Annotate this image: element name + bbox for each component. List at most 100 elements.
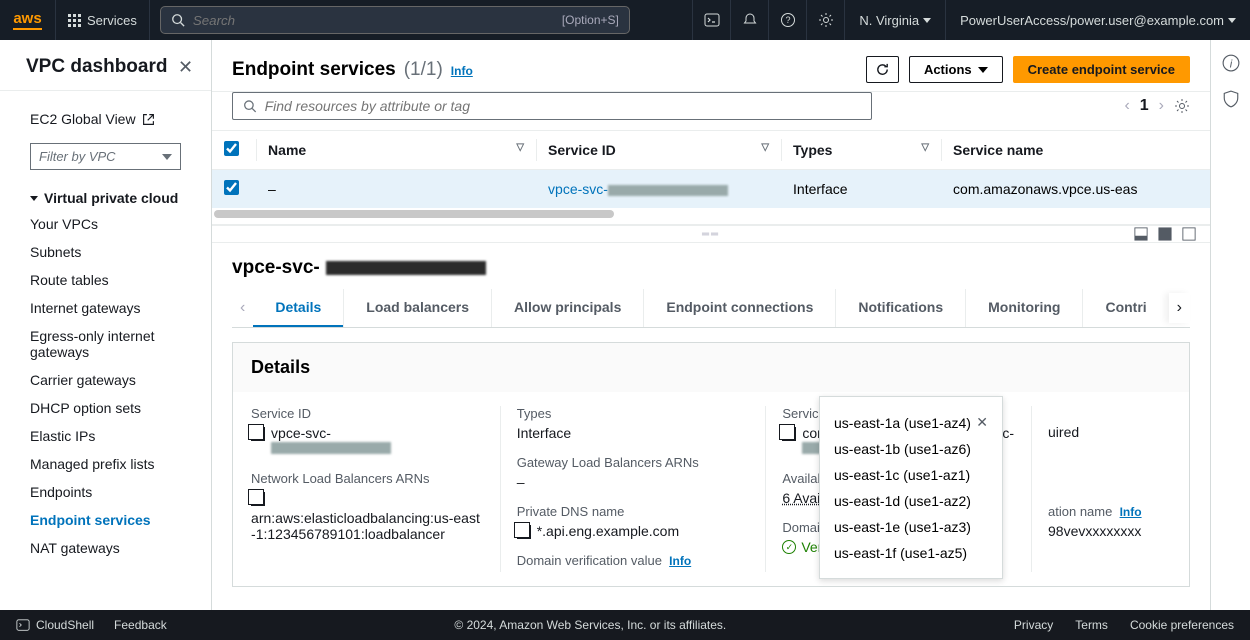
- tab[interactable]: Contri: [1082, 289, 1168, 327]
- top-nav: aws Services [Option+S] ? N. Virginia Po…: [0, 0, 1250, 40]
- search-shortcut: [Option+S]: [562, 13, 619, 27]
- refresh-icon: [875, 62, 890, 77]
- copy-icon[interactable]: [517, 525, 531, 539]
- external-link-icon: [142, 113, 155, 126]
- shield-icon[interactable]: [1222, 90, 1240, 108]
- horizontal-scrollbar[interactable]: [212, 208, 1210, 224]
- chevron-down-icon: [923, 18, 931, 23]
- sidebar-item[interactable]: Internet gateways: [0, 294, 211, 322]
- refresh-button[interactable]: [866, 56, 899, 83]
- close-icon[interactable]: ✕: [178, 57, 193, 78]
- sidebar-item[interactable]: Egress-only internet gateways: [0, 322, 211, 366]
- sidebar-title: VPC dashboard: [26, 56, 167, 78]
- filter-input[interactable]: [265, 98, 861, 114]
- privacy-link[interactable]: Privacy: [1014, 618, 1053, 632]
- value-service-id: vpce-svc-: [251, 425, 484, 457]
- services-menu[interactable]: Services: [55, 0, 150, 40]
- table-row[interactable]: – vpce-svc- Interface com.amazonaws.vpce…: [212, 170, 1210, 209]
- notifications-icon[interactable]: [730, 0, 768, 40]
- details-box: Details Service ID vpce-svc- Network Loa…: [232, 342, 1190, 587]
- resource-name-heading: vpce-svc-: [232, 257, 1190, 279]
- next-page-button[interactable]: ›: [1159, 97, 1164, 115]
- info-link[interactable]: Info: [669, 554, 691, 568]
- terms-link[interactable]: Terms: [1075, 618, 1108, 632]
- sidebar-item[interactable]: Endpoints: [0, 478, 211, 506]
- sidebar-item[interactable]: Endpoint services: [0, 506, 211, 534]
- label-nlb-arns: Network Load Balancers ARNs: [251, 471, 484, 486]
- value-nlb-arn-text: arn:aws:elasticloadbalancing:us-east-1:1…: [251, 510, 484, 542]
- info-icon[interactable]: i: [1222, 54, 1240, 72]
- sidebar-item[interactable]: Elastic IPs: [0, 422, 211, 450]
- search-icon: [171, 13, 185, 27]
- help-icon[interactable]: ?: [768, 0, 806, 40]
- aws-logo[interactable]: aws: [0, 0, 55, 40]
- panel-close-icon[interactable]: [1182, 227, 1196, 241]
- copy-icon[interactable]: [782, 427, 796, 441]
- row-checkbox[interactable]: [224, 180, 239, 195]
- tab[interactable]: Notifications: [835, 289, 965, 327]
- section-vpc[interactable]: Virtual private cloud: [0, 186, 211, 210]
- col-name[interactable]: Name: [268, 142, 306, 158]
- col-service-name[interactable]: Service name: [953, 142, 1043, 158]
- close-icon[interactable]: ✕: [976, 414, 988, 431]
- sort-icon[interactable]: ▽: [761, 142, 769, 153]
- global-search[interactable]: [Option+S]: [160, 6, 630, 34]
- resource-filter[interactable]: [232, 92, 872, 120]
- sidebar-item[interactable]: Your VPCs: [0, 210, 211, 238]
- az-row: us-east-1e (use1-az3): [834, 514, 988, 540]
- sidebar-item[interactable]: NAT gateways: [0, 534, 211, 562]
- create-endpoint-service-button[interactable]: Create endpoint service: [1013, 56, 1190, 83]
- page-number: 1: [1140, 97, 1149, 115]
- info-link[interactable]: Info: [1120, 505, 1142, 519]
- cookies-link[interactable]: Cookie preferences: [1130, 618, 1234, 632]
- gear-icon[interactable]: [1174, 98, 1190, 114]
- endpoint-services-table: Name ▽ Service ID ▽ Types ▽ Service name – …: [212, 130, 1210, 225]
- cloudshell-icon[interactable]: [692, 0, 730, 40]
- sidebar-item[interactable]: Carrier gateways: [0, 366, 211, 394]
- copy-icon[interactable]: [251, 492, 265, 506]
- actions-button[interactable]: Actions: [909, 56, 1003, 83]
- panel-full-icon[interactable]: [1158, 227, 1172, 241]
- drag-handle-icon: ══: [702, 229, 720, 240]
- tabs-scroll-right[interactable]: ›: [1169, 293, 1190, 323]
- sidebar-item[interactable]: Managed prefix lists: [0, 450, 211, 478]
- sort-icon[interactable]: ▽: [921, 142, 929, 153]
- services-label: Services: [87, 13, 137, 28]
- value-pdns: *.api.eng.example.com: [517, 523, 750, 539]
- region-selector[interactable]: N. Virginia: [844, 0, 945, 40]
- account-menu[interactable]: PowerUserAccess/power.user@example.com: [945, 0, 1250, 40]
- tab[interactable]: Endpoint connections: [643, 289, 835, 327]
- prev-page-button[interactable]: ‹: [1124, 97, 1129, 115]
- sidebar-item[interactable]: DHCP option sets: [0, 394, 211, 422]
- feedback-link[interactable]: Feedback: [114, 618, 167, 632]
- service-id-link[interactable]: vpce-svc-: [548, 181, 728, 197]
- info-link[interactable]: Info: [451, 64, 473, 78]
- sidebar-item[interactable]: Route tables: [0, 266, 211, 294]
- tabs-scroll-left[interactable]: ‹: [232, 293, 253, 323]
- sidebar-item[interactable]: Subnets: [0, 238, 211, 266]
- value-gwlb: –: [517, 474, 750, 490]
- panel-splitter[interactable]: ══: [212, 225, 1210, 243]
- settings-icon[interactable]: [806, 0, 844, 40]
- tab[interactable]: Allow principals: [491, 289, 643, 327]
- label-gwlb: Gateway Load Balancers ARNs: [517, 455, 750, 470]
- copy-icon[interactable]: [251, 427, 265, 441]
- search-input[interactable]: [193, 13, 393, 28]
- col-types[interactable]: Types: [793, 142, 832, 158]
- tab[interactable]: Monitoring: [965, 289, 1082, 327]
- label-dvn: ation name Info: [1048, 504, 1155, 519]
- ec2-global-view-link[interactable]: EC2 Global View: [0, 105, 211, 133]
- value-nlb-arns: [251, 490, 484, 506]
- select-all-checkbox[interactable]: [224, 141, 239, 156]
- right-rail: i: [1210, 40, 1250, 610]
- col-service-id[interactable]: Service ID: [548, 142, 616, 158]
- filter-by-vpc[interactable]: Filter by VPC: [30, 143, 181, 170]
- sort-icon[interactable]: ▽: [516, 142, 524, 153]
- az-row: us-east-1b (use1-az6): [834, 436, 988, 462]
- search-icon: [243, 99, 257, 113]
- az-popover: us-east-1a (use1-az4)✕us-east-1b (use1-a…: [819, 396, 1003, 579]
- tab[interactable]: Load balancers: [343, 289, 491, 327]
- panel-bottom-icon[interactable]: [1134, 227, 1148, 241]
- tab[interactable]: Details: [253, 289, 343, 327]
- cloudshell-link[interactable]: CloudShell: [16, 618, 94, 632]
